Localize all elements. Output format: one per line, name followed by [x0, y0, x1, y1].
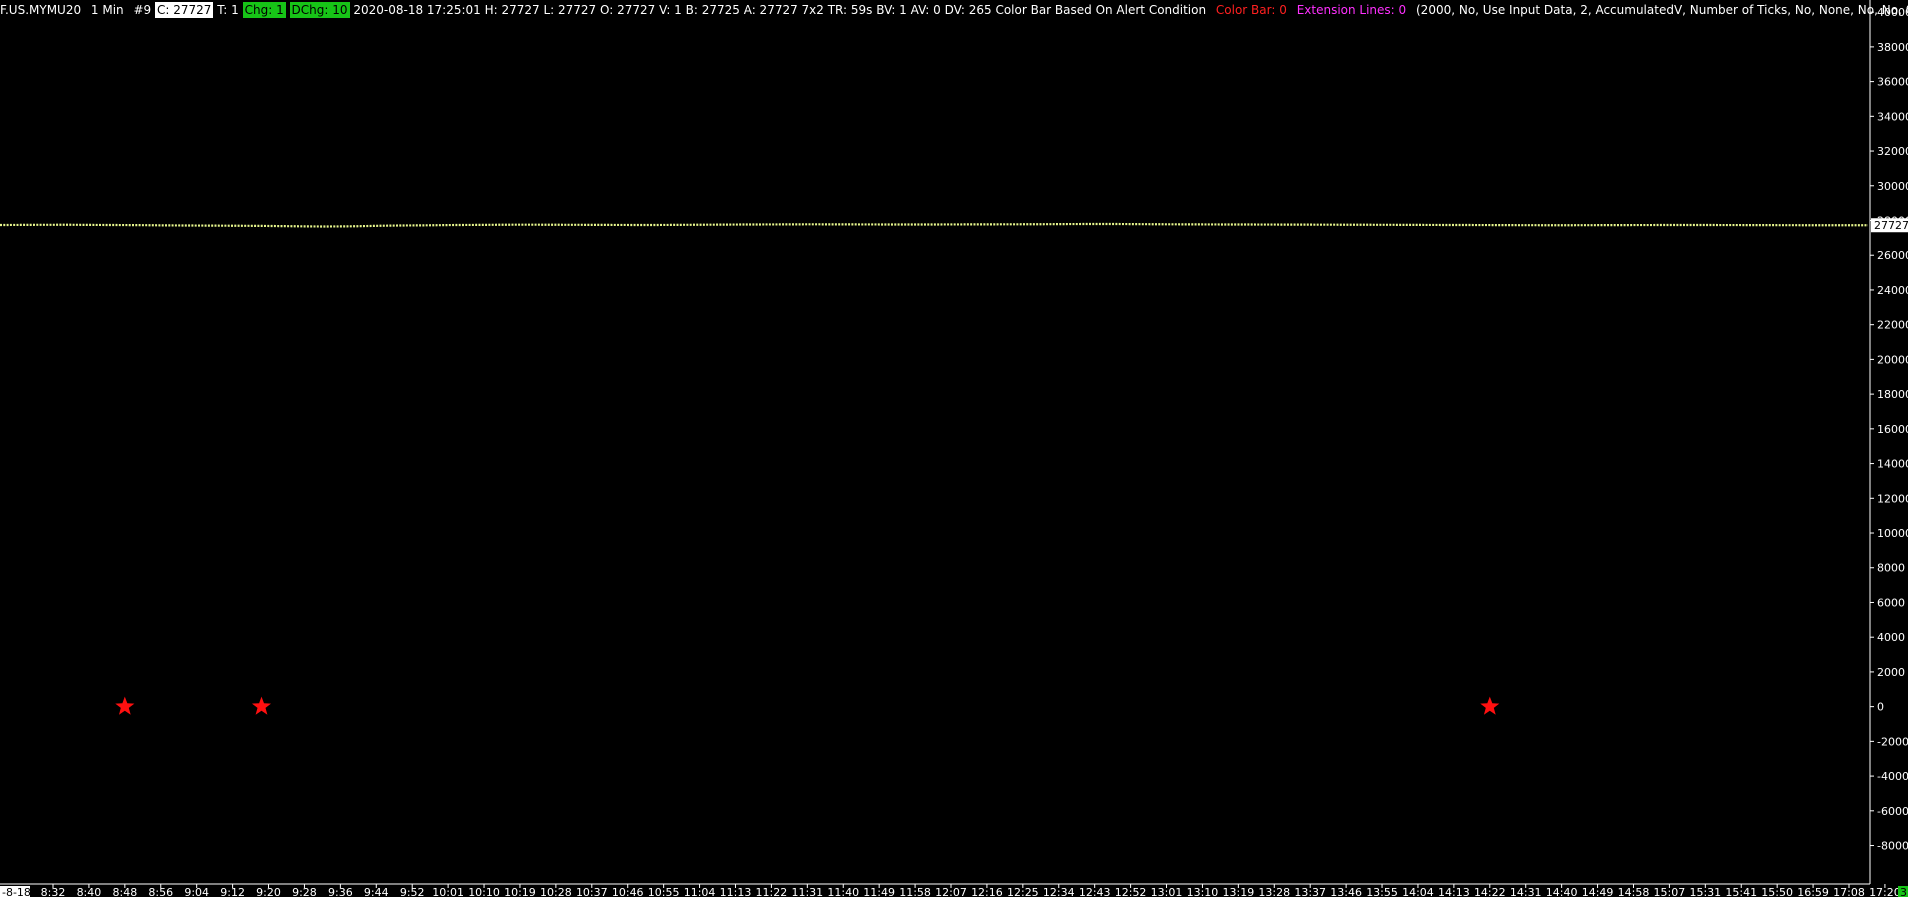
x-tick-label: 15:50 [1761, 886, 1793, 897]
y-tick-label: 0 [1877, 701, 1884, 714]
x-tick-label: 10:28 [540, 886, 572, 897]
y-tick-label: 34000 [1877, 110, 1908, 123]
x-tick-label: 11:40 [827, 886, 859, 897]
x-tick-label: 8:32 [41, 886, 66, 897]
x-tick-label: 8:56 [148, 886, 173, 897]
y-tick-label: 36000 [1877, 76, 1908, 89]
y-tick-label: 20000 [1877, 353, 1908, 366]
y-tick-label: 4000 [1877, 631, 1905, 644]
last-value-label: 27727 [1874, 219, 1908, 232]
y-tick-label: 32000 [1877, 145, 1908, 158]
price-line-layer [0, 222, 1868, 228]
y-tick-label: 2000 [1877, 666, 1905, 679]
y-tick-label: 10000 [1877, 527, 1908, 540]
alert-star-marker [115, 696, 135, 715]
x-tick-label: 9:28 [292, 886, 317, 897]
x-tick-label: 14:40 [1546, 886, 1578, 897]
y-tick-label: 38000 [1877, 41, 1908, 54]
x-tick-label: 11:22 [756, 886, 788, 897]
y-tick-label: -8000 [1877, 840, 1908, 853]
x-tick-label: 14:22 [1474, 886, 1506, 897]
y-tick-label: 8000 [1877, 562, 1905, 575]
x-tick-label: 13:55 [1366, 886, 1398, 897]
x-tick-label: 10:01 [432, 886, 464, 897]
y-tick-label: 26000 [1877, 249, 1908, 262]
x-tick-label: 12:52 [1115, 886, 1147, 897]
y-tick-label: 14000 [1877, 458, 1908, 471]
x-tick-label: 9:04 [184, 886, 209, 897]
right-badge-label: 3 [1900, 886, 1907, 897]
y-tick-label: 16000 [1877, 423, 1908, 436]
y-tick-label: 18000 [1877, 388, 1908, 401]
x-tick-label: 11:49 [863, 886, 895, 897]
x-tick-label: 13:01 [1151, 886, 1183, 897]
x-tick-label: 14:31 [1510, 886, 1542, 897]
x-tick-label: 12:07 [935, 886, 967, 897]
x-tick-label: 10:55 [648, 886, 680, 897]
date-start-label: -8-18 [2, 886, 31, 897]
x-tick-label: 14:04 [1402, 886, 1434, 897]
x-tick-label: 10:10 [468, 886, 500, 897]
alert-star-marker [252, 696, 271, 715]
x-tick-label: 11:13 [720, 886, 752, 897]
x-tick-label: 9:44 [364, 886, 389, 897]
axis-labels: 4000038000360003400032000300002800026000… [0, 6, 1908, 897]
y-tick-label: 12000 [1877, 492, 1908, 505]
x-tick-label: 8:48 [112, 886, 137, 897]
x-tick-label: 14:13 [1438, 886, 1470, 897]
x-tick-label: 13:37 [1294, 886, 1326, 897]
x-tick-label: 14:58 [1618, 886, 1650, 897]
x-tick-label: 10:19 [504, 886, 536, 897]
price-line [0, 222, 1868, 228]
x-tick-label: 10:37 [576, 886, 608, 897]
x-tick-label: 15:31 [1689, 886, 1721, 897]
x-tick-label: 9:36 [328, 886, 353, 897]
x-tick-label: 12:34 [1043, 886, 1075, 897]
alert-star-marker [1480, 696, 1500, 715]
axes [0, 0, 1886, 888]
x-tick-label: 9:20 [256, 886, 281, 897]
x-tick-label: 13:46 [1330, 886, 1362, 897]
x-tick-label: 15:41 [1725, 886, 1757, 897]
x-tick-label: 12:16 [971, 886, 1003, 897]
x-tick-label: 9:12 [220, 886, 245, 897]
alert-markers [115, 696, 1500, 715]
x-tick-label: 13:10 [1187, 886, 1219, 897]
x-tick-label: 11:58 [899, 886, 931, 897]
y-tick-label: 30000 [1877, 180, 1908, 193]
x-tick-label: 11:31 [791, 886, 823, 897]
x-tick-label: 14:49 [1582, 886, 1614, 897]
x-tick-label: 13:19 [1223, 886, 1255, 897]
x-tick-label: 15:07 [1654, 886, 1686, 897]
y-tick-label: -4000 [1877, 770, 1908, 783]
x-tick-label: 16:59 [1797, 886, 1829, 897]
y-tick-label: 22000 [1877, 319, 1908, 332]
x-tick-label: 9:52 [400, 886, 425, 897]
y-tick-label: 40000 [1877, 6, 1908, 19]
x-tick-label: 8:40 [77, 886, 102, 897]
x-tick-label: 11:04 [684, 886, 716, 897]
x-tick-label: 17:08 [1833, 886, 1865, 897]
y-tick-label: 24000 [1877, 284, 1908, 297]
x-tick-label: 12:43 [1079, 886, 1111, 897]
y-tick-label: -2000 [1877, 735, 1908, 748]
price-chart[interactable]: 4000038000360003400032000300002800026000… [0, 0, 1908, 897]
x-tick-label: 13:28 [1258, 886, 1290, 897]
x-tick-label: 12:25 [1007, 886, 1039, 897]
y-tick-label: 6000 [1877, 596, 1905, 609]
x-tick-label: 17:20 [1869, 886, 1901, 897]
y-tick-label: -6000 [1877, 805, 1908, 818]
x-tick-label: 10:46 [612, 886, 644, 897]
